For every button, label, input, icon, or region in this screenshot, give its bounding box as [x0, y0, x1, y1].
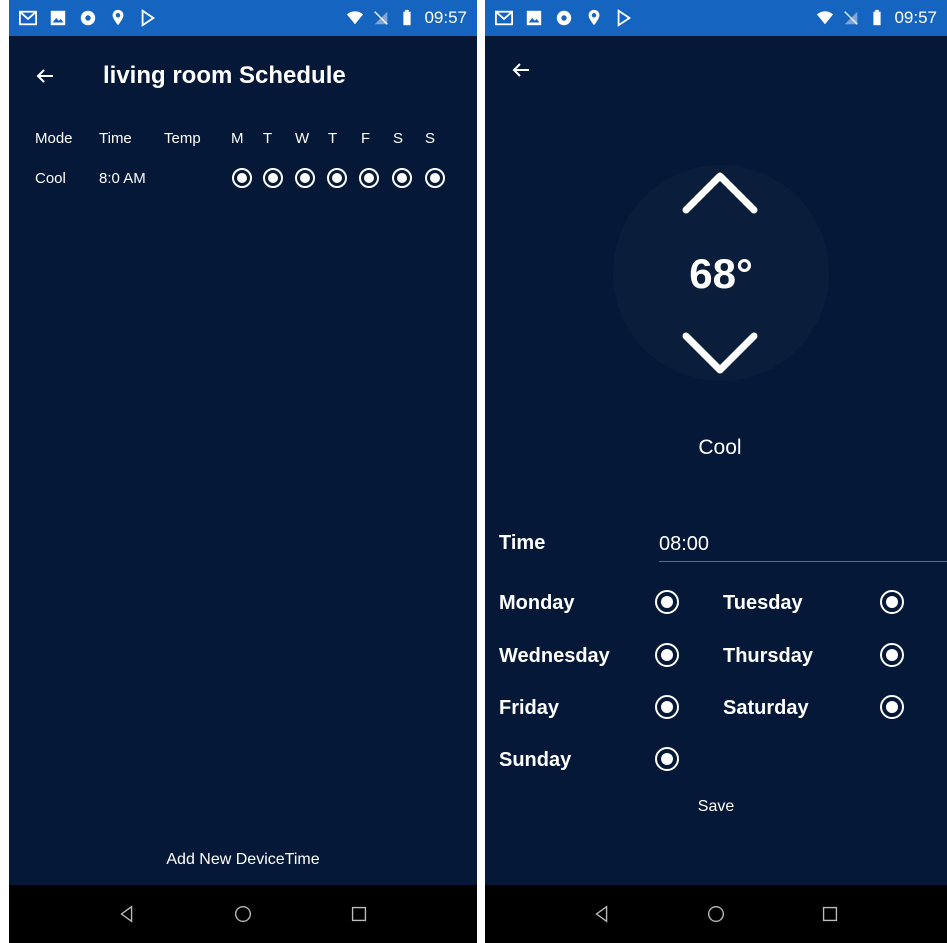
header-day-friday: F	[361, 130, 371, 147]
status-time: 09:57	[894, 8, 937, 27]
play-store-icon	[617, 9, 632, 27]
play-store-icon	[141, 9, 156, 27]
soccer-ball-icon	[556, 10, 572, 26]
chevron-down-icon[interactable]	[680, 330, 760, 378]
nav-bar	[485, 885, 947, 943]
status-bar: 09:57	[9, 0, 477, 36]
status-time: 09:57	[424, 8, 467, 27]
page-title: living room Schedule	[103, 62, 346, 89]
row-day-tuesday-radio[interactable]	[263, 168, 283, 188]
row-day-friday-radio[interactable]	[359, 168, 379, 188]
nav-home-icon[interactable]	[232, 903, 254, 925]
row-day-thursday-radio[interactable]	[327, 168, 347, 188]
image-icon	[50, 10, 66, 26]
day-label-tuesday: Tuesday	[723, 592, 803, 614]
arrow-back-icon	[512, 63, 529, 77]
day-label-sunday: Sunday	[499, 749, 572, 771]
header-day-monday: M	[231, 130, 244, 147]
header-day-sunday: S	[425, 130, 436, 147]
add-new-device-time-button[interactable]: Add New DeviceTime	[9, 851, 477, 869]
battery-icon	[873, 9, 882, 26]
schedule-screen: 09:57 living room Schedule Mode Time Tem…	[9, 0, 477, 943]
location-pin-icon	[588, 9, 600, 26]
nav-back-icon[interactable]	[116, 903, 138, 925]
row-mode: Cool	[35, 170, 66, 187]
header-temp: Temp	[164, 130, 201, 147]
row-day-sunday-radio[interactable]	[425, 168, 445, 188]
no-sim-icon	[374, 11, 389, 25]
nav-bar	[9, 885, 477, 943]
header-day-thursday: T	[328, 130, 338, 147]
image-icon	[526, 10, 542, 26]
monday-radio[interactable]	[655, 590, 679, 614]
saturday-radio[interactable]	[880, 695, 904, 719]
status-bar: 09:57	[485, 0, 947, 36]
mode-label[interactable]: Cool	[485, 436, 947, 460]
time-input[interactable]: 08:00	[659, 528, 947, 562]
temperature-value: 68°	[689, 250, 753, 297]
wednesday-radio[interactable]	[655, 643, 679, 667]
edit-schedule-screen: 09:57 68° Cool Time 08:00 Monday Tuesday…	[485, 0, 947, 943]
day-label-monday: Monday	[499, 592, 575, 614]
nav-recents-icon[interactable]	[348, 903, 370, 925]
back-button[interactable]	[505, 54, 537, 86]
back-button[interactable]	[29, 60, 61, 92]
schedule-header: Mode Time Temp M T W T F S S	[9, 130, 477, 150]
day-label-wednesday: Wednesday	[499, 645, 610, 667]
thursday-radio[interactable]	[880, 643, 904, 667]
soccer-ball-icon	[80, 10, 96, 26]
tuesday-radio[interactable]	[880, 590, 904, 614]
header-time: Time	[99, 130, 132, 147]
day-label-friday: Friday	[499, 697, 560, 719]
nav-home-icon[interactable]	[705, 903, 727, 925]
day-label-saturday: Saturday	[723, 697, 809, 719]
row-day-saturday-radio[interactable]	[392, 168, 412, 188]
chevron-up-icon[interactable]	[680, 168, 760, 216]
schedule-row[interactable]: Cool 8:0 AM	[9, 168, 477, 192]
row-day-monday-radio[interactable]	[232, 168, 252, 188]
header-day-wednesday: W	[295, 130, 310, 147]
arrow-back-icon	[36, 69, 53, 83]
no-sim-icon	[844, 11, 859, 25]
battery-icon	[403, 9, 412, 26]
nav-back-icon[interactable]	[591, 903, 613, 925]
header-mode: Mode	[35, 130, 73, 147]
wifi-icon	[347, 11, 364, 25]
header-day-saturday: S	[393, 130, 404, 147]
sunday-radio[interactable]	[655, 747, 679, 771]
friday-radio[interactable]	[655, 695, 679, 719]
row-time: 8:0 AM	[99, 170, 146, 187]
day-label-thursday: Thursday	[723, 645, 814, 667]
save-button[interactable]: Save	[485, 798, 947, 816]
gmail-icon	[19, 10, 37, 26]
location-pin-icon	[112, 9, 124, 26]
wifi-icon	[817, 11, 834, 25]
gmail-icon	[495, 10, 513, 26]
time-label: Time	[499, 532, 546, 554]
header-day-tuesday: T	[263, 130, 273, 147]
row-day-wednesday-radio[interactable]	[295, 168, 315, 188]
nav-recents-icon[interactable]	[819, 903, 841, 925]
